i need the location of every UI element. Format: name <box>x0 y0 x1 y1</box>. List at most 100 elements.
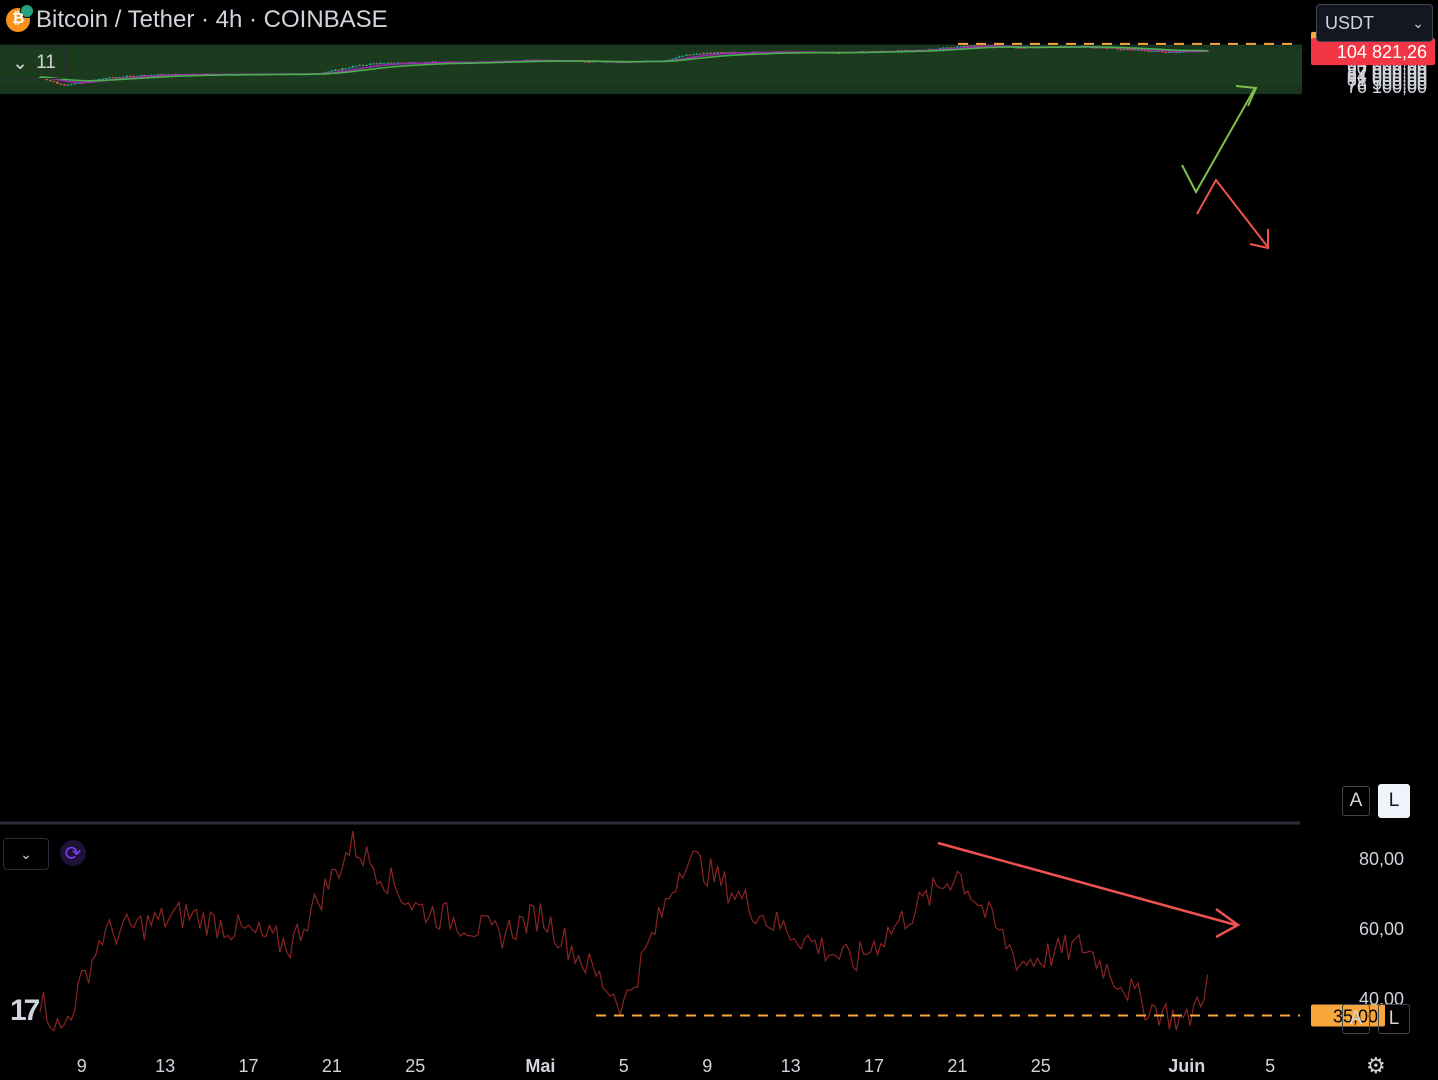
candle-body <box>1164 52 1168 54</box>
candle-body <box>1168 51 1171 53</box>
candle-body <box>959 46 963 48</box>
candle-body <box>379 62 382 64</box>
indicator-count: 11 <box>36 52 56 73</box>
candle-body <box>1161 51 1164 53</box>
candle-body <box>966 45 970 47</box>
candle-body <box>1150 51 1154 53</box>
rsi-collapse-button[interactable]: ⌄ <box>3 838 49 870</box>
candle-body <box>372 63 375 65</box>
candle-body <box>341 68 344 71</box>
price-tick-label: 76 100,00 <box>1347 77 1427 97</box>
candle-body <box>386 62 389 64</box>
candle-body <box>678 56 681 58</box>
candle-body <box>719 52 723 54</box>
candle-body <box>1136 49 1140 51</box>
candle-body <box>354 65 358 67</box>
candle-body <box>139 75 143 77</box>
time-tick-label: Juin <box>1168 1056 1205 1076</box>
currency-select[interactable]: USDT ⌄ <box>1316 4 1433 42</box>
rsi-log-scale-button[interactable]: L <box>1378 1004 1410 1034</box>
time-tick-label: 9 <box>702 1056 712 1076</box>
candle-body <box>344 68 348 70</box>
candle-body <box>709 52 712 54</box>
candle-body <box>49 80 52 82</box>
rsi-line <box>39 830 1209 1032</box>
candle-body <box>389 62 393 64</box>
time-axis: 9 13 17 21 25 Mai 5 9 13 17 21 25 Juin 5 <box>77 1056 1275 1076</box>
symbol-title[interactable]: Bitcoin / Tether · 4h · COINBASE <box>36 6 388 34</box>
candle-body <box>334 69 337 71</box>
candle-body <box>963 46 966 48</box>
rsi-tick-label: 80,00 <box>1359 849 1404 869</box>
time-tick-label: 9 <box>77 1056 87 1076</box>
bullish-arrow <box>1181 87 1256 195</box>
candle-body <box>1129 49 1133 51</box>
time-tick-label: 21 <box>322 1056 342 1076</box>
time-tick-label: 5 <box>1265 1056 1275 1076</box>
candle-body <box>681 55 685 57</box>
time-tick-label: 13 <box>155 1056 175 1076</box>
candle-body <box>1154 50 1157 52</box>
candle-body <box>368 63 372 65</box>
candle-body <box>688 54 692 56</box>
candle-body <box>361 64 365 66</box>
candle-body <box>695 53 699 55</box>
tradingview-logo-icon[interactable]: 17 <box>10 994 40 1028</box>
log-scale-button[interactable]: L <box>1378 784 1410 818</box>
candle-body <box>59 83 63 85</box>
candle-body <box>111 77 115 79</box>
candle-body <box>56 81 59 84</box>
candle-body <box>101 78 104 80</box>
candle-body <box>692 54 695 56</box>
candle-body <box>73 83 77 85</box>
candle-body <box>705 53 709 55</box>
chart-header: Bitcoin / Tether · 4h · COINBASE <box>6 4 388 34</box>
candle-body <box>125 75 129 78</box>
candle-body <box>132 75 136 77</box>
price-axis: 111 000,00106 000,00102 000,0098 000,009… <box>1311 31 1435 1027</box>
price-chart[interactable]: 111 000,00106 000,00102 000,0098 000,009… <box>0 0 1438 1080</box>
support-zone <box>0 76 1302 95</box>
candle-body <box>1119 49 1123 51</box>
chevron-down-icon: ⌄ <box>12 52 29 74</box>
candle-body <box>104 78 108 80</box>
candle-body <box>347 67 351 69</box>
candle-body <box>1175 52 1178 54</box>
bitcoin-icon <box>6 4 34 32</box>
candle-body <box>702 53 706 55</box>
candle-body <box>330 70 334 72</box>
candle-body <box>66 84 70 86</box>
time-tick-label: 5 <box>619 1056 629 1076</box>
candle-body <box>115 77 118 79</box>
settings-icon[interactable]: ⚙ <box>1366 1053 1386 1079</box>
time-tick-label: Mai <box>525 1056 555 1076</box>
candle-body <box>1122 49 1126 51</box>
candle-body <box>956 46 959 48</box>
bearish-arrow <box>1196 178 1268 247</box>
time-tick-label: 13 <box>781 1056 801 1076</box>
chevron-down-icon: ⌄ <box>1412 14 1424 31</box>
rsi-auto-scale-button[interactable]: A <box>1342 1004 1370 1034</box>
sync-icon[interactable]: ⟳ <box>60 840 86 866</box>
indicator-toggle-button[interactable]: ⌄ 11 <box>3 47 65 79</box>
time-tick-label: 17 <box>864 1056 884 1076</box>
auto-scale-button[interactable]: A <box>1342 786 1370 816</box>
candle-body <box>69 84 73 86</box>
time-tick-label: 21 <box>947 1056 967 1076</box>
zones-layer <box>0 44 1306 95</box>
candle-body <box>108 77 111 79</box>
candle-body <box>63 84 66 86</box>
candle-body <box>337 69 341 71</box>
candle-body <box>142 75 146 77</box>
currency-value: USDT <box>1325 12 1374 33</box>
candle-body <box>685 54 688 56</box>
candle-body <box>712 52 716 54</box>
rsi-layer <box>39 830 1300 1032</box>
rsi-tick-label: 60,00 <box>1359 919 1404 939</box>
time-tick-label: 25 <box>405 1056 425 1076</box>
candle-body <box>1147 50 1150 52</box>
candle-body <box>358 64 361 66</box>
candle-body <box>365 64 368 66</box>
candle-body <box>375 63 379 65</box>
time-tick-label: 25 <box>1031 1056 1051 1076</box>
